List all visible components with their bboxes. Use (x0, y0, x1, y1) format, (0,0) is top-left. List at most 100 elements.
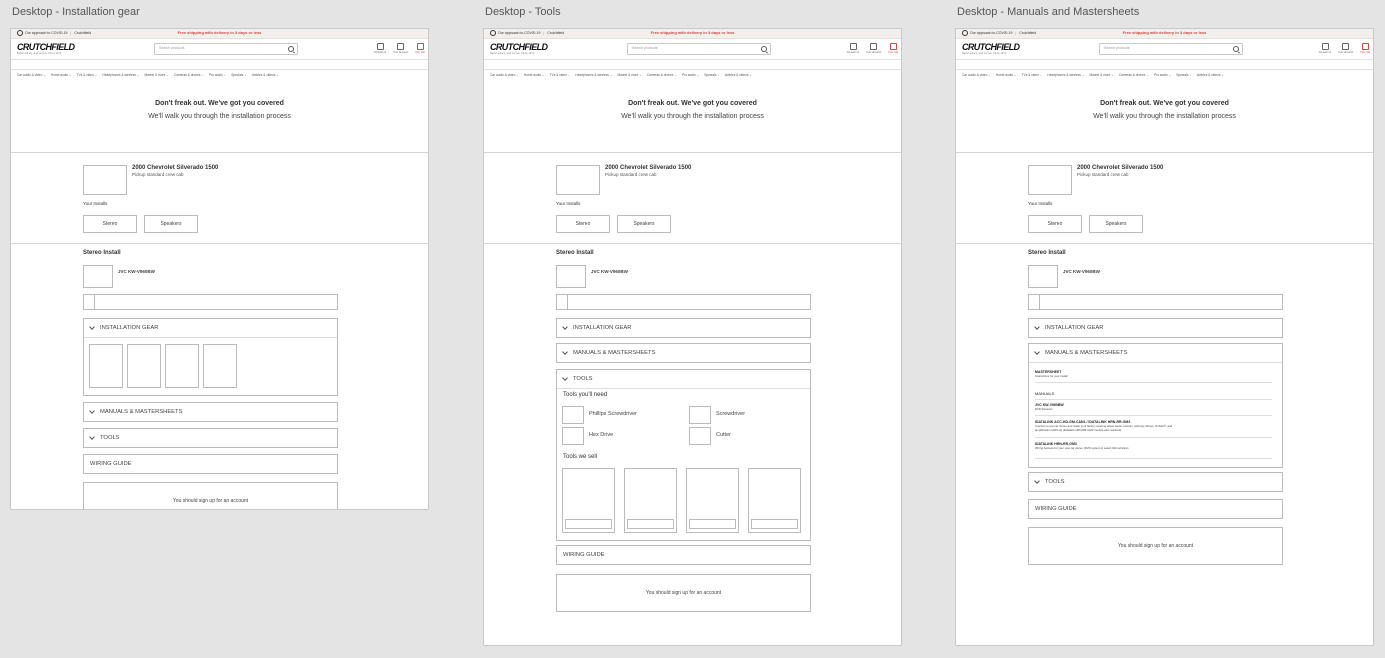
contact-button[interactable]: Contact us (846, 43, 860, 54)
tool-product-card[interactable] (562, 468, 615, 533)
wiring-guide-link[interactable]: WIRING GUIDE (83, 454, 338, 474)
add-to-cart-button[interactable] (565, 519, 612, 529)
frame-title-manuals: Desktop - Manuals and Mastersheets (957, 6, 1140, 18)
stereo-button[interactable]: Stereo (1028, 215, 1082, 233)
account-button[interactable]: Your account (866, 43, 881, 54)
speakers-button[interactable]: Speakers (144, 215, 198, 233)
product-name: JVC KW-V960BW (1063, 269, 1100, 274)
chevron-down-icon (1034, 478, 1040, 484)
chevron-down-icon (89, 324, 95, 330)
speakers-button[interactable]: Speakers (1089, 215, 1143, 233)
gear-item[interactable] (165, 344, 199, 388)
signup-prompt[interactable]: You should sign up for an account (556, 574, 811, 612)
vehicle-image (1028, 165, 1072, 195)
accordion-label: MANUALS & MASTERSHEETS (1045, 350, 1128, 356)
accordion-installation-gear[interactable]: INSTALLATION GEAR (556, 318, 811, 338)
divider (1035, 458, 1272, 459)
chevron-down-icon (89, 408, 95, 414)
tagline: Better advice, and service. Since 1974 (490, 52, 535, 55)
promo-banner[interactable]: Free shipping with delivery in 3 days or… (956, 30, 1373, 35)
vehicle-name: 2000 Chevrolet Silverado 1500 (605, 165, 692, 171)
vehicle-image (556, 165, 600, 195)
progress-marker (557, 295, 568, 309)
add-to-cart-button[interactable] (689, 519, 736, 529)
accordion-installation-gear[interactable]: INSTALLATION GEAR (83, 318, 338, 396)
chat-icon (1321, 43, 1329, 50)
search-icon[interactable] (288, 46, 294, 52)
logo[interactable]: CRUTCHFIELD (962, 42, 1020, 52)
tool-product-card[interactable] (748, 468, 801, 533)
stereo-install-label: Stereo Install (556, 250, 594, 256)
topbar: Our approach to COVID-19 | Crutchfield Fre… (956, 29, 1373, 39)
cart-button[interactable]: Your cart (413, 43, 427, 54)
site-header: CRUTCHFIELD Better advice, and service. … (484, 39, 901, 60)
hero-banner: Don't freak out. We've got you covered W… (956, 70, 1373, 153)
stereo-button[interactable]: Stereo (83, 215, 137, 233)
accordion-tools[interactable]: TOOLS (83, 428, 338, 448)
main-nav: Car audio & video ⌄ Home audio ⌄ TVs & vid… (956, 60, 1373, 77)
tool-item: Phillips Screwdriver (562, 406, 682, 424)
manual-item[interactable]: IDATALINK ACC-HD-GM-CAN1 / IDATALINK HRN… (1035, 420, 1272, 432)
product-image (556, 265, 586, 288)
your-installs-label: Your Installs (556, 201, 581, 206)
promo-banner[interactable]: Free shipping with delivery in 3 days or… (484, 30, 901, 35)
vehicle-section: 2000 Chevrolet Silverado 1500 Pickup sta… (484, 153, 901, 244)
accordion-tools[interactable]: TOOLS (1028, 472, 1283, 492)
hero-subheading: We'll walk you through the installation … (1093, 113, 1236, 120)
cart-button[interactable]: Your cart (1358, 43, 1372, 54)
tools-sold-heading: Tools we sell (563, 454, 598, 460)
divider (1035, 415, 1272, 416)
tool-product-card[interactable] (686, 468, 739, 533)
gear-list (84, 337, 337, 395)
gear-item[interactable] (127, 344, 161, 388)
accordion-label: INSTALLATION GEAR (573, 325, 632, 331)
promo-banner[interactable]: Free shipping with delivery in 3 days or… (11, 30, 428, 35)
mastersheet-item[interactable]: MASTERSHEET Instructions for your install (1035, 370, 1272, 378)
search-input[interactable]: Search products (1099, 43, 1243, 55)
search-icon[interactable] (761, 46, 767, 52)
accordion-manuals[interactable]: MANUALS & MASTERSHEETS MASTERSHEET Instru… (1028, 343, 1283, 468)
cart-icon (889, 43, 897, 50)
cart-button[interactable]: Your cart (886, 43, 900, 54)
vehicle-subtitle: Pickup standard crew cab (1077, 172, 1129, 177)
contact-button[interactable]: Contact us (373, 43, 387, 54)
manual-item[interactable]: IDATALINK HRN-RR-GM3 Wiring harness for y… (1035, 442, 1272, 450)
gear-item[interactable] (89, 344, 123, 388)
logo[interactable]: CRUTCHFIELD (490, 42, 548, 52)
gear-item[interactable] (203, 344, 237, 388)
tool-product-card[interactable] (624, 468, 677, 533)
accordion-label: TOOLS (100, 435, 120, 441)
signup-prompt[interactable]: You should sign up for an account (1028, 527, 1283, 565)
stereo-button[interactable]: Stereo (556, 215, 610, 233)
hero-subheading: We'll walk you through the installation … (621, 113, 764, 120)
account-button[interactable]: Your account (393, 43, 408, 54)
wiring-guide-label: WIRING GUIDE (563, 552, 605, 558)
add-to-cart-button[interactable] (627, 519, 674, 529)
accordion-label: MANUALS & MASTERSHEETS (573, 350, 656, 356)
progress-marker (1029, 295, 1040, 309)
accordion-installation-gear[interactable]: INSTALLATION GEAR (1028, 318, 1283, 338)
search-input[interactable]: Search products (154, 43, 298, 55)
wiring-guide-link[interactable]: WIRING GUIDE (1028, 499, 1283, 519)
contact-button[interactable]: Contact us (1318, 43, 1332, 54)
chevron-down-icon (562, 324, 568, 330)
accordion-label: TOOLS (573, 376, 593, 382)
manuals-label: MANUALS (1035, 391, 1055, 396)
search-input[interactable]: Search products (627, 43, 771, 55)
divider (1035, 382, 1272, 383)
accordion-manuals[interactable]: MANUALS & MASTERSHEETS (83, 402, 338, 422)
wiring-guide-link[interactable]: WIRING GUIDE (556, 545, 811, 565)
search-icon[interactable] (1233, 46, 1239, 52)
account-button[interactable]: Your account (1338, 43, 1353, 54)
accordion-tools[interactable]: TOOLS Tools you'll need Phillips Screwdr… (556, 369, 811, 541)
speakers-button[interactable]: Speakers (617, 215, 671, 233)
stereo-install-label: Stereo Install (1028, 250, 1066, 256)
chevron-down-icon (562, 349, 568, 355)
cart-icon (1361, 43, 1369, 50)
add-to-cart-button[interactable] (751, 519, 798, 529)
manual-item[interactable]: JVC KW-V960BW DVD Receiver (1035, 403, 1272, 411)
signup-prompt[interactable]: You should sign up for an account (83, 482, 338, 509)
logo[interactable]: CRUTCHFIELD (17, 42, 75, 52)
accordion-manuals[interactable]: MANUALS & MASTERSHEETS (556, 343, 811, 363)
hero-subheading: We'll walk you through the installation … (148, 113, 291, 120)
